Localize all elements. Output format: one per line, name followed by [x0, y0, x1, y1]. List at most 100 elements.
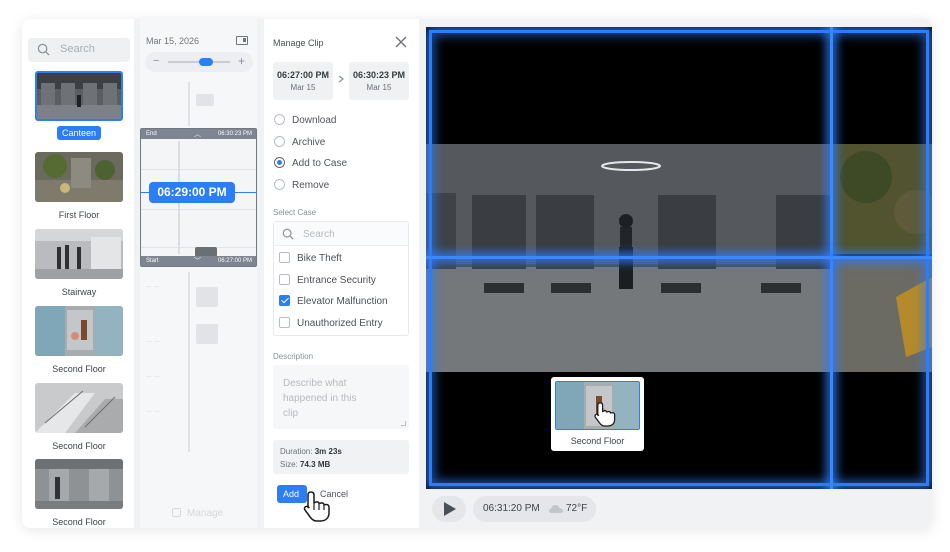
radio-label: Remove	[292, 180, 330, 191]
chevron-right-icon	[338, 75, 344, 83]
camera-label: First Floor	[58, 210, 100, 220]
close-icon[interactable]	[395, 36, 407, 48]
hand-cursor-icon	[303, 491, 330, 522]
panel-toggle-icon[interactable]	[236, 36, 248, 45]
timeline-tick: — —	[146, 339, 160, 345]
clip-end-box[interactable]: 06:30:23 PM Mar 15	[349, 62, 409, 100]
size-row: Size: 74.3 MB	[280, 460, 330, 469]
camera-thumbnail[interactable]	[35, 71, 123, 121]
radio-label: Archive	[292, 137, 326, 148]
start-time: 06:27:00 PM	[276, 70, 330, 80]
video-wall[interactable]: Second Floor	[426, 27, 932, 489]
status-pill: 06:31:20 PM 72°F	[473, 496, 596, 522]
checkbox[interactable]	[279, 274, 290, 285]
playback-time: 06:31:20 PM	[483, 503, 540, 514]
timeline-track	[188, 272, 190, 452]
panel-title: Manage Clip	[273, 38, 324, 48]
zoom-out-icon[interactable]: −	[153, 55, 159, 67]
camera-thumbnail[interactable]	[35, 383, 123, 433]
timeline-panel: Mar 15, 2026 − + — — — — — — — — End ︿ 0…	[140, 19, 257, 528]
radio-label: Download	[292, 115, 337, 126]
camera-item-first-floor[interactable]: First Floor	[34, 152, 124, 223]
camera-thumbnail[interactable]	[35, 306, 123, 356]
camera-label: Stairway	[61, 287, 97, 297]
play-button[interactable]	[432, 496, 466, 522]
radio-circle[interactable]	[274, 179, 285, 190]
clip-start-time: 06:27:00 PM	[217, 258, 252, 264]
radio-circle[interactable]	[274, 157, 285, 168]
camera-thumbnail[interactable]	[35, 229, 123, 279]
case-label: Entrance Security	[297, 275, 376, 286]
resize-grip-icon[interactable]	[401, 421, 406, 426]
radio-label: Add to Case	[292, 158, 348, 169]
radio-archive[interactable]: Archive	[274, 136, 325, 148]
description-label: Description	[273, 352, 314, 361]
search-icon	[282, 228, 294, 240]
case-bike-theft[interactable]: Bike Theft	[279, 252, 342, 264]
timeline-event[interactable]	[196, 287, 218, 307]
clip-end-time: 06:30:23 PM	[217, 131, 252, 137]
case-list: Search Bike Theft Entrance Security Elev…	[273, 221, 409, 336]
clip-end-handle[interactable]: End ︿ 06:30:23 PM	[141, 129, 256, 139]
camera-label: Second Floor	[52, 517, 106, 527]
case-label: Elevator Malfunction	[297, 296, 388, 307]
camera-label: Second Floor	[52, 441, 106, 451]
camera-item-second-floor-2[interactable]: Second Floor	[34, 383, 124, 454]
camera-item-second-floor-1[interactable]: Second Floor	[34, 306, 124, 377]
camera-search-placeholder: Search	[60, 43, 95, 55]
clip-start-handle[interactable]: Start ﹀ 06:27:00 PM	[141, 256, 256, 266]
preview-camera-label: Second Floor	[570, 436, 625, 446]
clip-start-label: Start	[146, 258, 159, 264]
timeline-event[interactable]	[196, 94, 214, 106]
camera-label: Second Floor	[52, 364, 106, 374]
case-search-input[interactable]: Search	[274, 222, 408, 246]
case-label: Bike Theft	[297, 253, 342, 264]
chevron-up-icon: ︿	[194, 131, 201, 138]
hand-cursor-icon	[594, 402, 616, 427]
checkbox[interactable]	[279, 295, 290, 306]
checkbox[interactable]	[279, 252, 290, 263]
playhead-time[interactable]: 06:29:00 PM	[149, 182, 235, 203]
grid-line	[141, 209, 256, 210]
radio-add-to-case[interactable]: Add to Case	[274, 157, 347, 169]
camera-thumbnail[interactable]	[35, 152, 123, 202]
duration-row: Duration: 3m 23s	[280, 447, 342, 456]
case-elevator-malfunction[interactable]: Elevator Malfunction	[279, 295, 388, 307]
case-label: Unauthorized Entry	[297, 318, 383, 329]
radio-remove[interactable]: Remove	[274, 179, 329, 191]
camera-item-canteen[interactable]: Canteen	[34, 71, 124, 141]
size-value: 74.3 MB	[300, 460, 331, 469]
zoom-in-icon[interactable]: +	[238, 54, 245, 68]
search-icon	[37, 43, 50, 56]
zoom-handle[interactable]	[199, 58, 213, 66]
camera-item-second-floor-3[interactable]: Second Floor	[34, 459, 124, 528]
zoom-slider[interactable]: − +	[145, 52, 253, 72]
manage-clip-panel: Manage Clip 06:27:00 PM Mar 15 06:30:23 …	[264, 19, 419, 528]
cloud-icon	[549, 505, 563, 513]
camera-search-input[interactable]: Search	[28, 38, 130, 62]
timeline-tick: — —	[146, 374, 160, 380]
app-window: Search Canteen First Floor Stairway Seco	[22, 19, 932, 528]
checkbox[interactable]	[279, 317, 290, 328]
manage-icon	[172, 508, 181, 517]
radio-circle[interactable]	[274, 114, 285, 125]
playback-bar: 06:31:20 PM 72°F	[426, 489, 932, 528]
radio-download[interactable]: Download	[274, 114, 336, 126]
size-label: Size:	[280, 460, 298, 469]
description-input[interactable]: Describe what happened in this clip	[273, 365, 409, 429]
clip-start-box[interactable]: 06:27:00 PM Mar 15	[273, 62, 333, 100]
timeline-manage-button[interactable]: Manage	[172, 508, 223, 519]
case-unauthorized-entry[interactable]: Unauthorized Entry	[279, 317, 383, 329]
start-date: Mar 15	[290, 83, 316, 92]
timeline-track	[188, 82, 190, 126]
timeline-tick: — —	[146, 409, 160, 415]
drag-preview-card[interactable]: Second Floor	[551, 377, 644, 451]
radio-circle[interactable]	[274, 136, 285, 147]
camera-thumbnail[interactable]	[35, 459, 123, 509]
temperature: 72°F	[566, 503, 588, 514]
camera-item-stairway[interactable]: Stairway	[34, 229, 124, 300]
timeline-event[interactable]	[196, 324, 218, 344]
duration-label: Duration:	[280, 447, 313, 456]
case-entrance-security[interactable]: Entrance Security	[279, 274, 376, 286]
case-search-placeholder: Search	[303, 229, 335, 240]
